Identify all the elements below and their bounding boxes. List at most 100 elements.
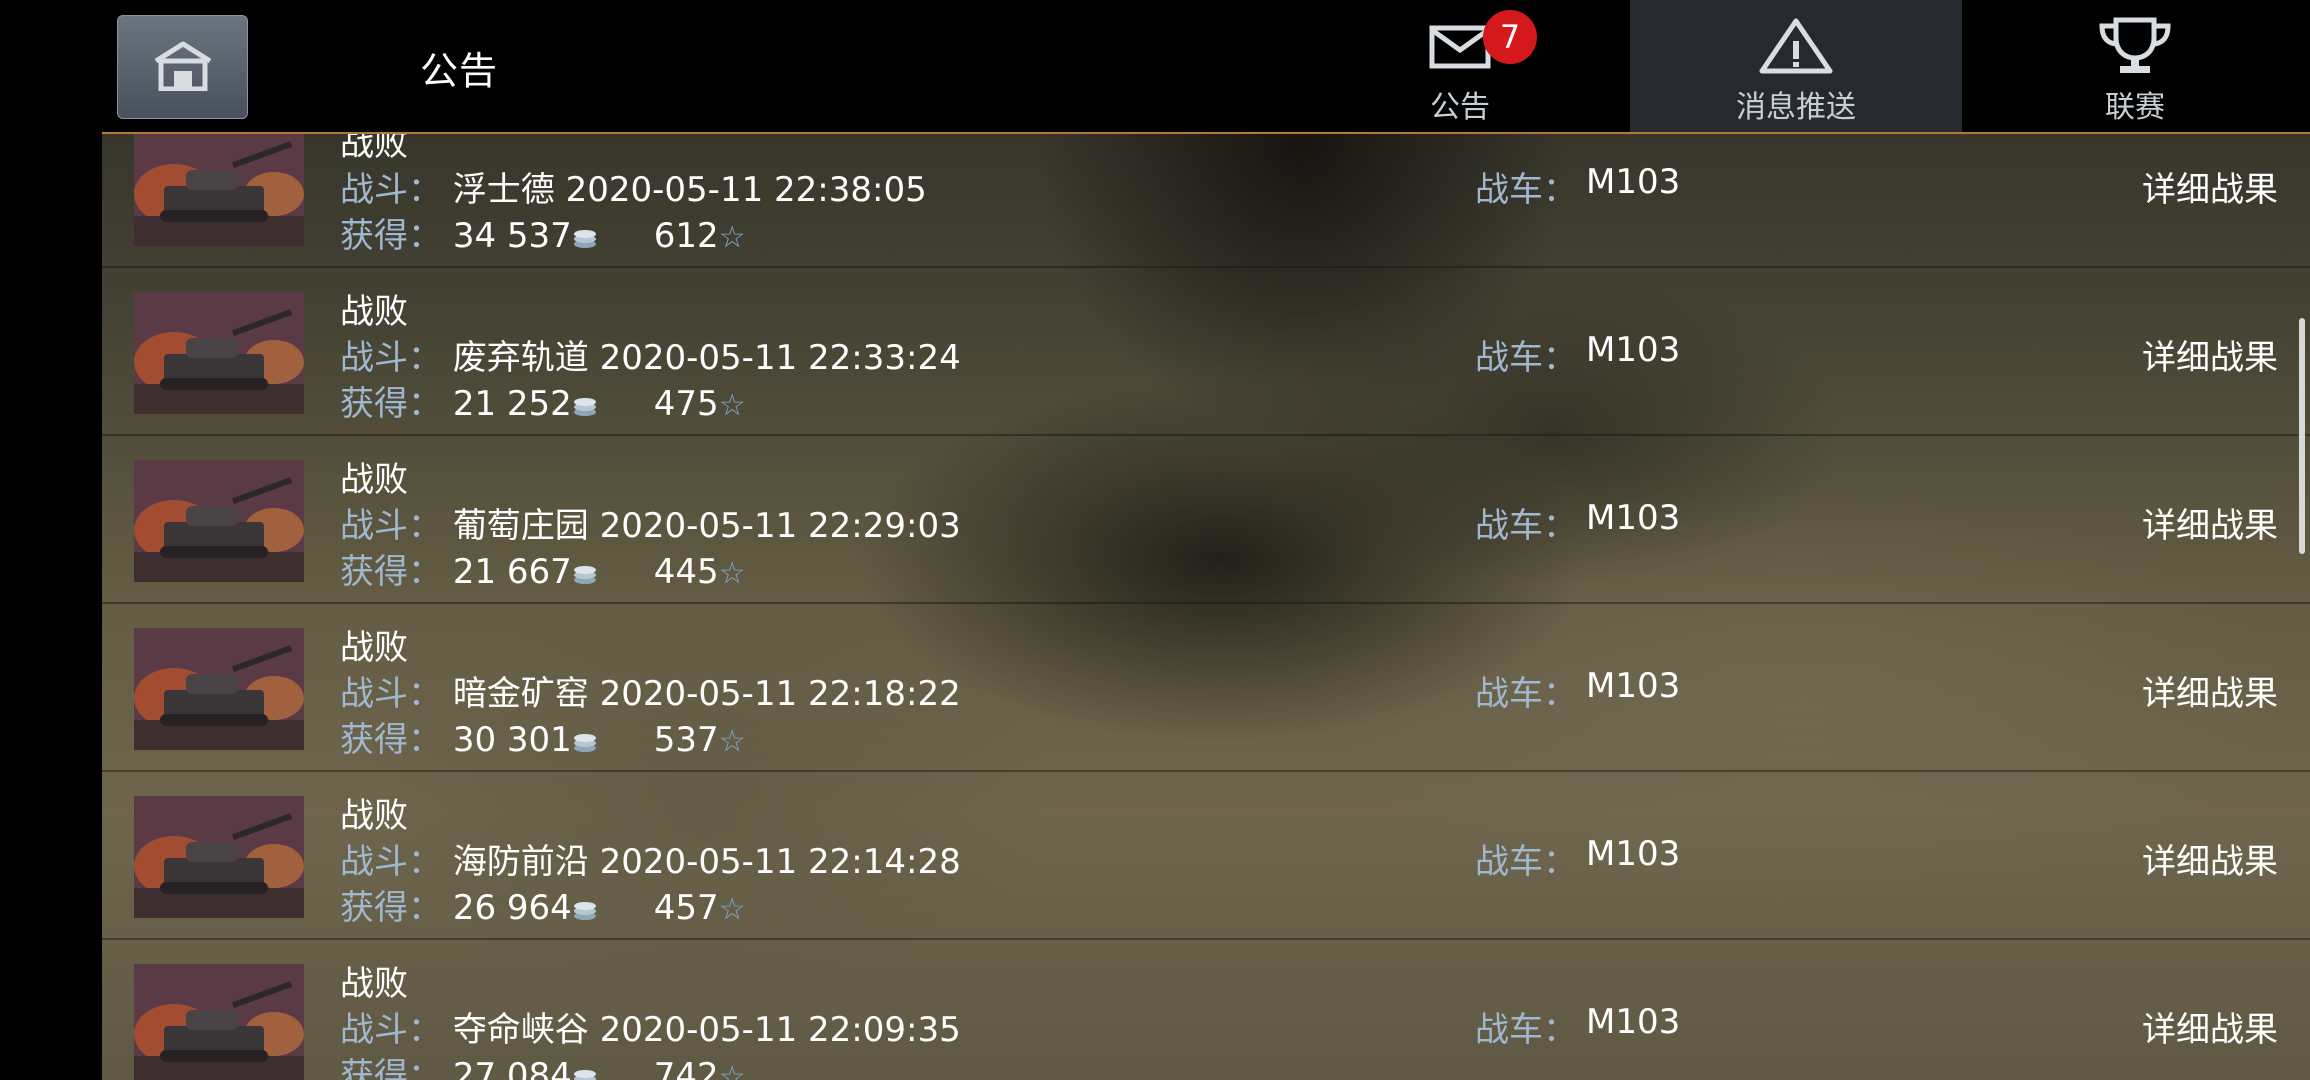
tank-thumbnail (134, 460, 304, 582)
battle-row[interactable]: 战败 战斗： 暗金矿窑 2020-05-11 22:18:22 获得： 30 301… (102, 604, 2310, 772)
earned-label: 获得： (340, 720, 442, 760)
battle-label: 战斗： (340, 170, 442, 210)
unread-count-badge: 7 (1483, 10, 1537, 64)
header-divider (102, 132, 2310, 134)
silver-coin-icon (572, 554, 598, 584)
tank-thumbnail (134, 796, 304, 918)
vehicle-name: M103 (1586, 834, 1681, 874)
earnings-info: 获得： 34 537 612☆ (340, 208, 746, 257)
battle-map-time: 海防前沿 2020-05-11 22:14:28 (452, 842, 961, 882)
earned-label: 获得： (340, 216, 442, 256)
detailed-results-link[interactable]: 详细战果 (2142, 834, 2278, 883)
garage-home-button[interactable] (117, 15, 248, 119)
xp-value: 612 (653, 216, 719, 256)
silver-coin-icon (572, 218, 598, 248)
detailed-results-link[interactable]: 详细战果 (2142, 330, 2278, 379)
vehicle-label: 战车： (1475, 338, 1577, 378)
credits-value: 21 252 (452, 384, 572, 424)
vehicle-name: M103 (1586, 162, 1681, 202)
earnings-info: 获得： 27 084 742☆ (340, 1048, 746, 1080)
vehicle-label: 战车： (1475, 170, 1577, 210)
earnings-info: 获得： 21 667 445☆ (340, 544, 746, 593)
vehicle-name: M103 (1586, 330, 1681, 370)
vehicle-label: 战车： (1475, 1010, 1577, 1050)
battle-result: 战败 (340, 628, 408, 668)
battle-info: 战斗： 葡萄庄园 2020-05-11 22:29:03 (340, 498, 961, 547)
battle-map-time: 废弃轨道 2020-05-11 22:33:24 (452, 338, 961, 378)
xp-star-icon: ☆ (718, 556, 746, 591)
page-title: 公告 (420, 49, 499, 93)
mail-icon (1429, 16, 1491, 76)
battle-result: 战败 (340, 292, 408, 332)
tank-thumbnail (134, 628, 304, 750)
detailed-results-link[interactable]: 详细战果 (2142, 162, 2278, 211)
battle-result: 战败 (340, 796, 408, 836)
silver-coin-icon (572, 722, 598, 752)
silver-coin-icon (572, 1058, 598, 1080)
tab-league-label: 联赛 (2105, 90, 2165, 125)
battle-info: 战斗： 浮士德 2020-05-11 22:38:05 (340, 162, 927, 211)
battle-info: 战斗： 夺命峡谷 2020-05-11 22:09:35 (340, 1002, 961, 1051)
battle-map-time: 暗金矿窑 2020-05-11 22:18:22 (452, 674, 961, 714)
earned-label: 获得： (340, 888, 442, 928)
vehicle-name: M103 (1586, 498, 1681, 538)
earned-label: 获得： (340, 552, 442, 592)
battle-label: 战斗： (340, 1010, 442, 1050)
top-bar: 公告 公告 7 消息推送 联赛 (0, 0, 2310, 133)
battle-map-time: 葡萄庄园 2020-05-11 22:29:03 (452, 506, 961, 546)
battle-row[interactable]: 战败 战斗： 海防前沿 2020-05-11 22:14:28 获得： 26 964… (102, 772, 2310, 940)
battle-log-screen: 战败 战斗： 浮士德 2020-05-11 22:38:05 获得： 34 537 6… (0, 0, 2310, 1080)
battle-label: 战斗： (340, 842, 442, 882)
xp-star-icon: ☆ (718, 388, 746, 423)
earned-label: 获得： (340, 1056, 442, 1080)
xp-value: 475 (653, 384, 719, 424)
credits-value: 21 667 (452, 552, 572, 592)
vehicle-name: M103 (1586, 1002, 1681, 1042)
credits-value: 27 084 (452, 1056, 572, 1080)
battle-row[interactable]: 战败 战斗： 废弃轨道 2020-05-11 22:33:24 获得： 21 252… (102, 268, 2310, 436)
tank-thumbnail (134, 964, 304, 1080)
battle-info: 战斗： 暗金矿窑 2020-05-11 22:18:22 (340, 666, 961, 715)
credits-value: 34 537 (452, 216, 572, 256)
detailed-results-link[interactable]: 详细战果 (2142, 1002, 2278, 1051)
tab-message-push-label: 消息推送 (1736, 90, 1856, 125)
battle-result: 战败 (340, 964, 408, 1004)
credits-value: 26 964 (452, 888, 572, 928)
tank-thumbnail (134, 134, 304, 246)
earnings-info: 获得： 21 252 475☆ (340, 376, 746, 425)
tab-announcement-label: 公告 (1430, 90, 1490, 125)
tank-thumbnail (134, 292, 304, 414)
battle-result-list[interactable]: 战败 战斗： 浮士德 2020-05-11 22:38:05 获得： 34 537 6… (102, 134, 2310, 1080)
vehicle-label: 战车： (1475, 506, 1577, 546)
xp-value: 445 (653, 552, 719, 592)
battle-result: 战败 (340, 460, 408, 500)
tab-league[interactable]: 联赛 (2030, 0, 2240, 133)
xp-value: 537 (653, 720, 719, 760)
vehicle-name: M103 (1586, 666, 1681, 706)
vehicle-label: 战车： (1475, 674, 1577, 714)
battle-info: 战斗： 海防前沿 2020-05-11 22:14:28 (340, 834, 961, 883)
warning-icon (1758, 16, 1834, 76)
detailed-results-link[interactable]: 详细战果 (2142, 666, 2278, 715)
earnings-info: 获得： 30 301 537☆ (340, 712, 746, 761)
detailed-results-link[interactable]: 详细战果 (2142, 498, 2278, 547)
earned-label: 获得： (340, 384, 442, 424)
battle-row[interactable]: 战败 战斗： 葡萄庄园 2020-05-11 22:29:03 获得： 21 667… (102, 436, 2310, 604)
xp-star-icon: ☆ (718, 1060, 746, 1080)
tab-message-push[interactable]: 消息推送 (1630, 0, 1962, 133)
battle-label: 战斗： (340, 674, 442, 714)
xp-value: 742 (653, 1056, 719, 1080)
battle-label: 战斗： (340, 506, 442, 546)
trophy-icon (2096, 16, 2174, 76)
xp-star-icon: ☆ (718, 892, 746, 927)
garage-icon (152, 39, 214, 95)
battle-row[interactable]: 战败 战斗： 浮士德 2020-05-11 22:38:05 获得： 34 537 6… (102, 134, 2310, 268)
credits-value: 30 301 (452, 720, 572, 760)
battle-map-time: 夺命峡谷 2020-05-11 22:09:35 (452, 1010, 961, 1050)
battle-row[interactable]: 战败 战斗： 夺命峡谷 2020-05-11 22:09:35 获得： 27 084… (102, 940, 2310, 1080)
battle-map-time: 浮士德 2020-05-11 22:38:05 (452, 170, 927, 210)
silver-coin-icon (572, 890, 598, 920)
earnings-info: 获得： 26 964 457☆ (340, 880, 746, 929)
scrollbar[interactable] (2299, 318, 2305, 554)
xp-star-icon: ☆ (718, 220, 746, 255)
